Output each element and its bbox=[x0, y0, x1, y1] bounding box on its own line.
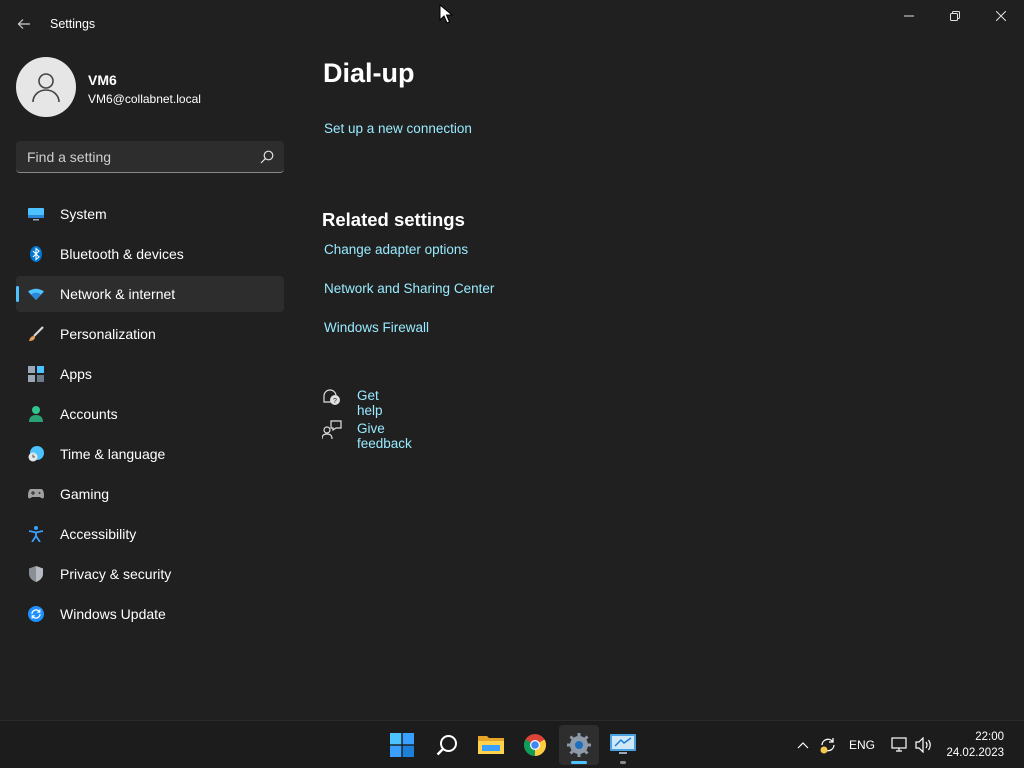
sidebar-item-accessibility[interactable]: Accessibility bbox=[16, 516, 284, 552]
remote-desktop-button[interactable] bbox=[603, 725, 643, 765]
sidebar-item-windows-update[interactable]: Windows Update bbox=[16, 596, 284, 632]
active-app-indicator bbox=[571, 761, 587, 764]
sync-status-button[interactable] bbox=[818, 735, 838, 755]
taskbar: ENG 22:00 24.02.2023 bbox=[0, 720, 1024, 768]
person-icon bbox=[32, 73, 60, 103]
clock[interactable]: 22:00 24.02.2023 bbox=[946, 729, 1004, 761]
sidebar-item-personalization[interactable]: Personalization bbox=[16, 316, 284, 352]
back-button[interactable] bbox=[10, 12, 38, 36]
close-icon bbox=[996, 11, 1006, 21]
network-sharing-center-link[interactable]: Network and Sharing Center bbox=[324, 281, 494, 296]
sidebar-item-label: Network & internet bbox=[60, 286, 176, 302]
language-indicator[interactable]: ENG bbox=[849, 735, 875, 755]
related-settings-heading: Related settings bbox=[322, 209, 465, 230]
wifi-icon bbox=[28, 286, 44, 302]
feedback-icon bbox=[322, 420, 342, 440]
sidebar-nav: System Bluetooth & devices Network & int… bbox=[16, 196, 284, 636]
sidebar-item-apps[interactable]: Apps bbox=[16, 356, 284, 392]
setup-new-connection-link[interactable]: Set up a new connection bbox=[324, 121, 472, 136]
sidebar-item-bluetooth[interactable]: Bluetooth & devices bbox=[16, 236, 284, 272]
sidebar-item-system[interactable]: System bbox=[16, 196, 284, 232]
chrome-button[interactable] bbox=[515, 725, 555, 765]
get-help-link[interactable]: Get help bbox=[357, 388, 383, 418]
give-feedback-link[interactable]: Give feedback bbox=[357, 421, 412, 451]
search-icon bbox=[436, 735, 457, 756]
restore-button[interactable] bbox=[932, 0, 978, 32]
person-icon bbox=[28, 406, 44, 422]
file-explorer-icon bbox=[478, 736, 504, 754]
app-title: Settings bbox=[50, 17, 96, 31]
taskbar-search-button[interactable] bbox=[427, 725, 467, 765]
network-tray-button[interactable] bbox=[890, 735, 910, 755]
sidebar-item-label: Bluetooth & devices bbox=[60, 246, 184, 262]
accessibility-icon bbox=[28, 526, 44, 542]
close-button[interactable] bbox=[978, 0, 1024, 32]
search-input[interactable] bbox=[16, 141, 256, 172]
svg-text:?: ? bbox=[333, 398, 337, 405]
settings-window: Settings VM6 VM6@collabnet.local System bbox=[0, 0, 1024, 720]
sidebar-item-privacy[interactable]: Privacy & security bbox=[16, 556, 284, 592]
remote-desktop-icon bbox=[610, 734, 636, 754]
running-app-indicator bbox=[620, 761, 626, 764]
change-adapter-options-link[interactable]: Change adapter options bbox=[324, 242, 468, 257]
volume-tray-button[interactable] bbox=[914, 735, 934, 755]
sidebar-item-time-language[interactable]: Time & language bbox=[16, 436, 284, 472]
gamepad-icon bbox=[28, 486, 44, 502]
network-icon bbox=[891, 737, 907, 752]
sidebar-item-label: Time & language bbox=[60, 446, 166, 462]
avatar bbox=[16, 57, 76, 117]
sidebar-item-accounts[interactable]: Accounts bbox=[16, 396, 284, 432]
sidebar-item-label: Apps bbox=[60, 366, 92, 382]
settings-taskbar-button[interactable] bbox=[559, 725, 599, 765]
show-hidden-icons-button[interactable] bbox=[795, 735, 811, 755]
bluetooth-icon bbox=[28, 246, 44, 262]
minimize-button[interactable] bbox=[886, 0, 932, 32]
windows-firewall-link[interactable]: Windows Firewall bbox=[324, 320, 429, 335]
title-bar: Settings bbox=[0, 0, 1024, 48]
chevron-up-icon bbox=[797, 742, 809, 749]
sidebar-item-label: System bbox=[60, 206, 107, 222]
user-profile[interactable]: VM6 VM6@collabnet.local bbox=[16, 57, 286, 117]
brush-icon bbox=[28, 326, 44, 342]
sidebar-item-label: Windows Update bbox=[60, 606, 166, 622]
sidebar-item-label: Accessibility bbox=[60, 526, 137, 542]
mouse-cursor-icon bbox=[439, 4, 453, 24]
update-icon bbox=[28, 606, 44, 622]
monitor-icon bbox=[28, 206, 44, 222]
user-email: VM6@collabnet.local bbox=[88, 92, 201, 106]
start-button[interactable] bbox=[382, 725, 422, 765]
sidebar-item-network[interactable]: Network & internet bbox=[16, 276, 284, 312]
sync-warning-icon bbox=[820, 738, 835, 754]
back-arrow-icon bbox=[17, 19, 30, 29]
sidebar-item-label: Accounts bbox=[60, 406, 118, 422]
file-explorer-button[interactable] bbox=[471, 725, 511, 765]
start-icon bbox=[390, 733, 414, 757]
minimize-icon bbox=[904, 15, 914, 17]
volume-icon bbox=[915, 737, 931, 753]
globe-clock-icon bbox=[28, 446, 44, 462]
sidebar-item-gaming[interactable]: Gaming bbox=[16, 476, 284, 512]
chrome-icon bbox=[524, 734, 546, 756]
sidebar-item-label: Gaming bbox=[60, 486, 110, 502]
clock-time: 22:00 bbox=[975, 731, 1004, 743]
page-title: Dial-up bbox=[323, 58, 415, 88]
sidebar-item-label: Personalization bbox=[60, 326, 156, 342]
settings-icon bbox=[567, 733, 591, 757]
shield-icon bbox=[28, 566, 44, 582]
help-chat-icon: ? bbox=[323, 389, 340, 405]
apps-icon bbox=[28, 366, 44, 382]
search-box bbox=[16, 141, 284, 173]
user-name: VM6 bbox=[88, 72, 117, 88]
restore-icon bbox=[950, 11, 960, 21]
sidebar-item-label: Privacy & security bbox=[60, 566, 172, 582]
search-icon[interactable] bbox=[260, 150, 274, 164]
clock-date: 24.02.2023 bbox=[946, 747, 1004, 759]
